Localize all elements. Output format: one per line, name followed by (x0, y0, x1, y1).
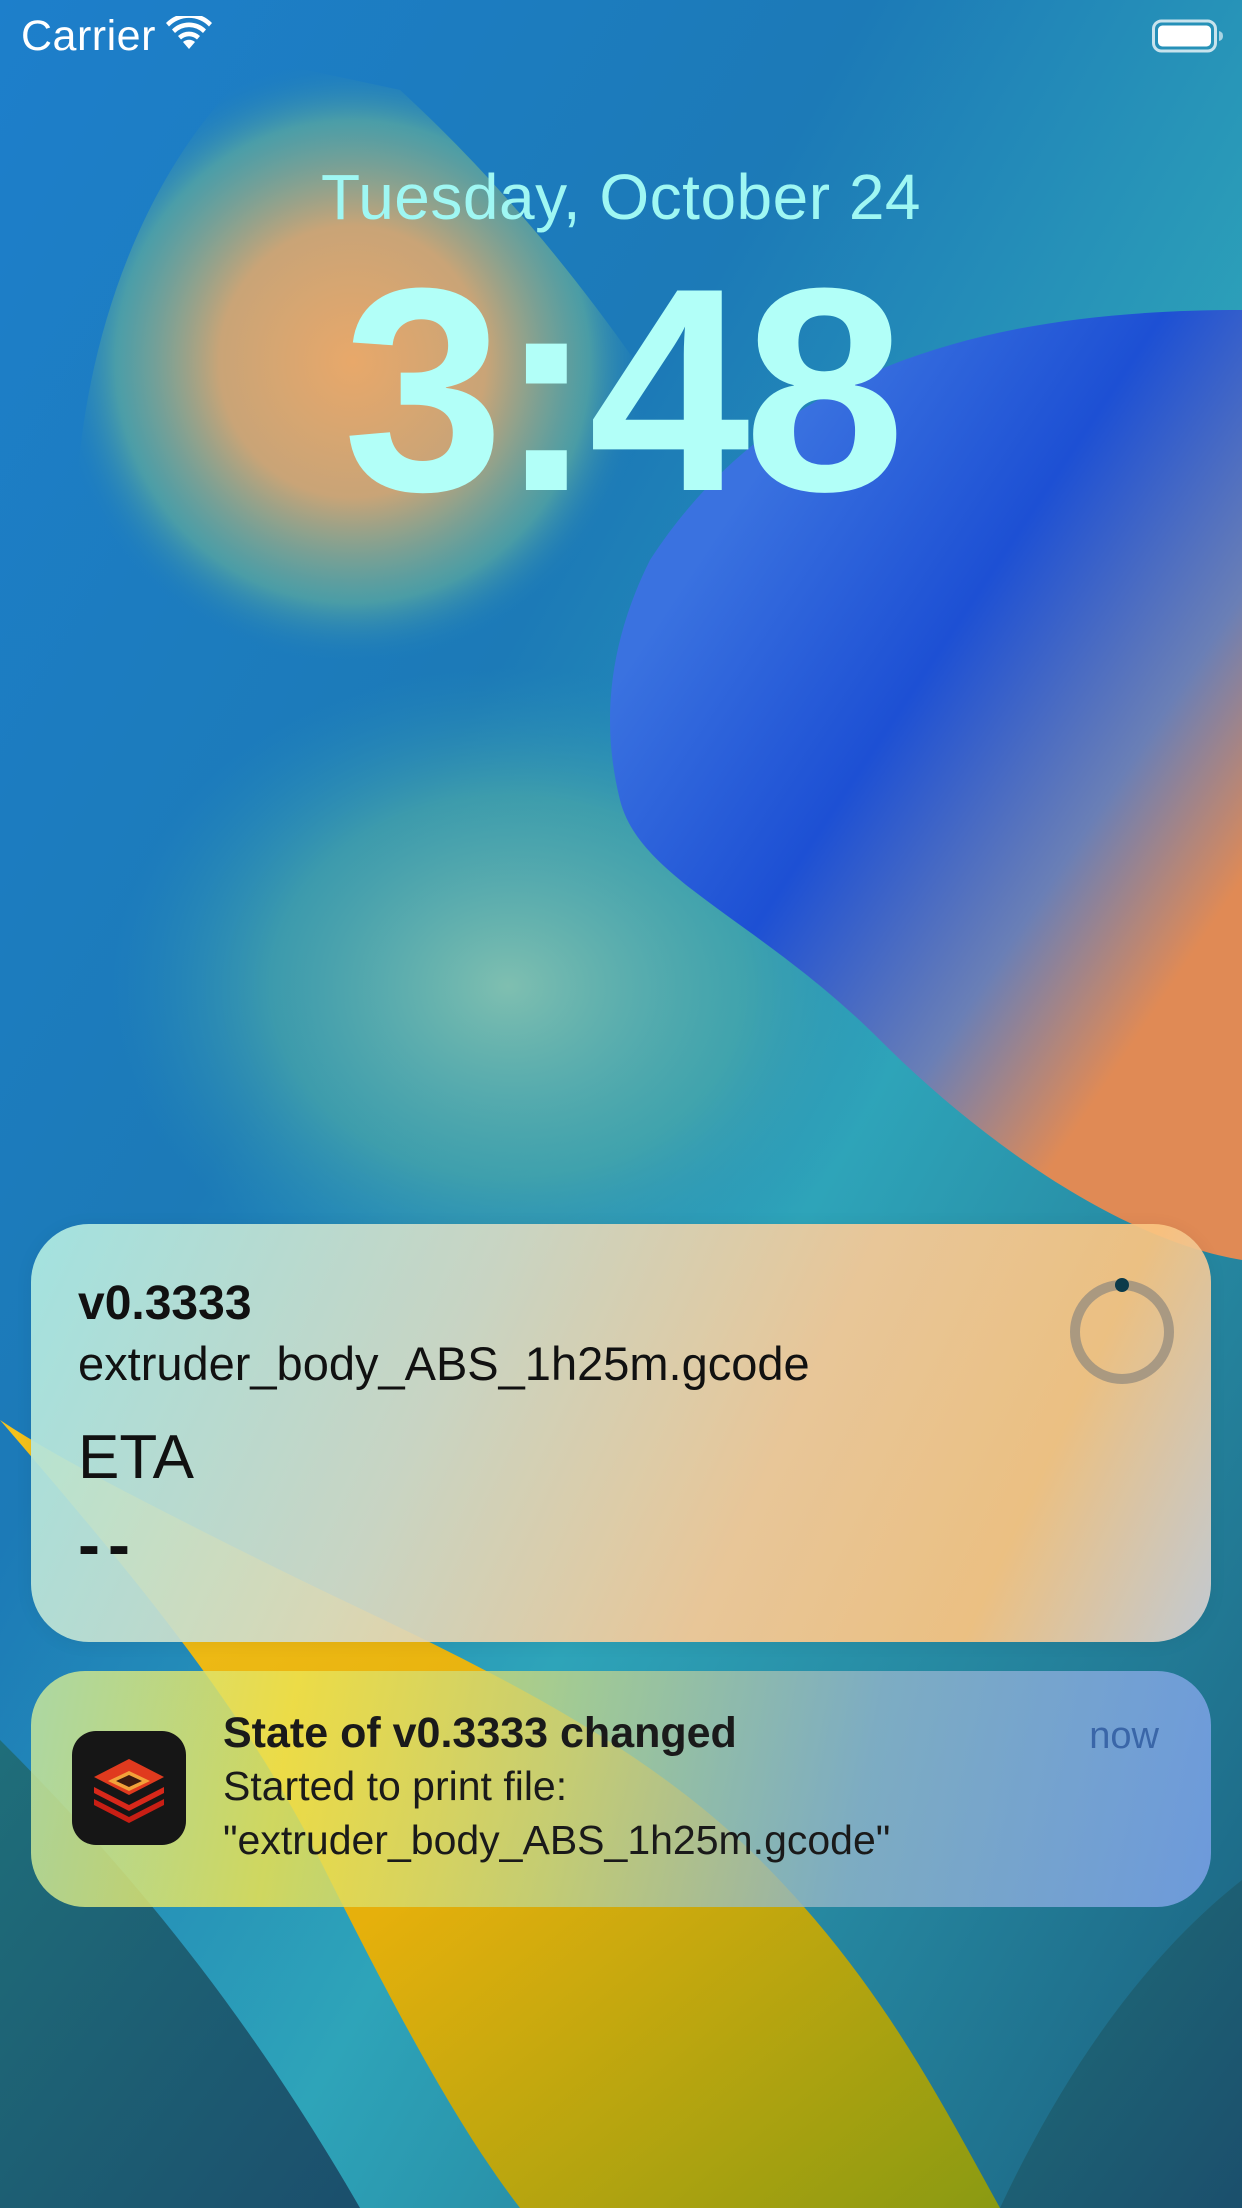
print-file-name: extruder_body_ABS_1h25m.gcode (78, 1337, 810, 1390)
carrier-name: Carrier (21, 12, 156, 60)
wifi-icon (166, 16, 212, 49)
notification-body-line-2: "extruder_body_ABS_1h25m.gcode" (223, 1817, 891, 1863)
eta-value: -- (78, 1507, 138, 1581)
lock-screen-clock: 3:48 (342, 228, 905, 552)
lock-screen: Carrier Tuesday, October 24 3:48 v0.3333… (0, 0, 1242, 2208)
eta-label: ETA (78, 1423, 194, 1492)
printer-app-icon (72, 1731, 186, 1845)
battery-icon (1152, 19, 1223, 53)
printer-name: v0.3333 (78, 1277, 252, 1330)
notification-title: State of v0.3333 changed (223, 1709, 737, 1757)
status-bar: Carrier (0, 0, 1242, 80)
notification-card[interactable]: State of v0.3333 changed now Started to … (31, 1671, 1211, 1907)
layers-logo-icon (94, 1759, 164, 1823)
notification-body-line-1: Started to print file: (223, 1763, 568, 1809)
lock-screen-date: Tuesday, October 24 (320, 161, 922, 233)
progress-ring-icon (1070, 1278, 1174, 1384)
progress-indicator-dot (1115, 1278, 1129, 1292)
notification-time: now (1089, 1715, 1159, 1757)
live-activity-card[interactable]: v0.3333 extruder_body_ABS_1h25m.gcode ET… (31, 1224, 1211, 1642)
